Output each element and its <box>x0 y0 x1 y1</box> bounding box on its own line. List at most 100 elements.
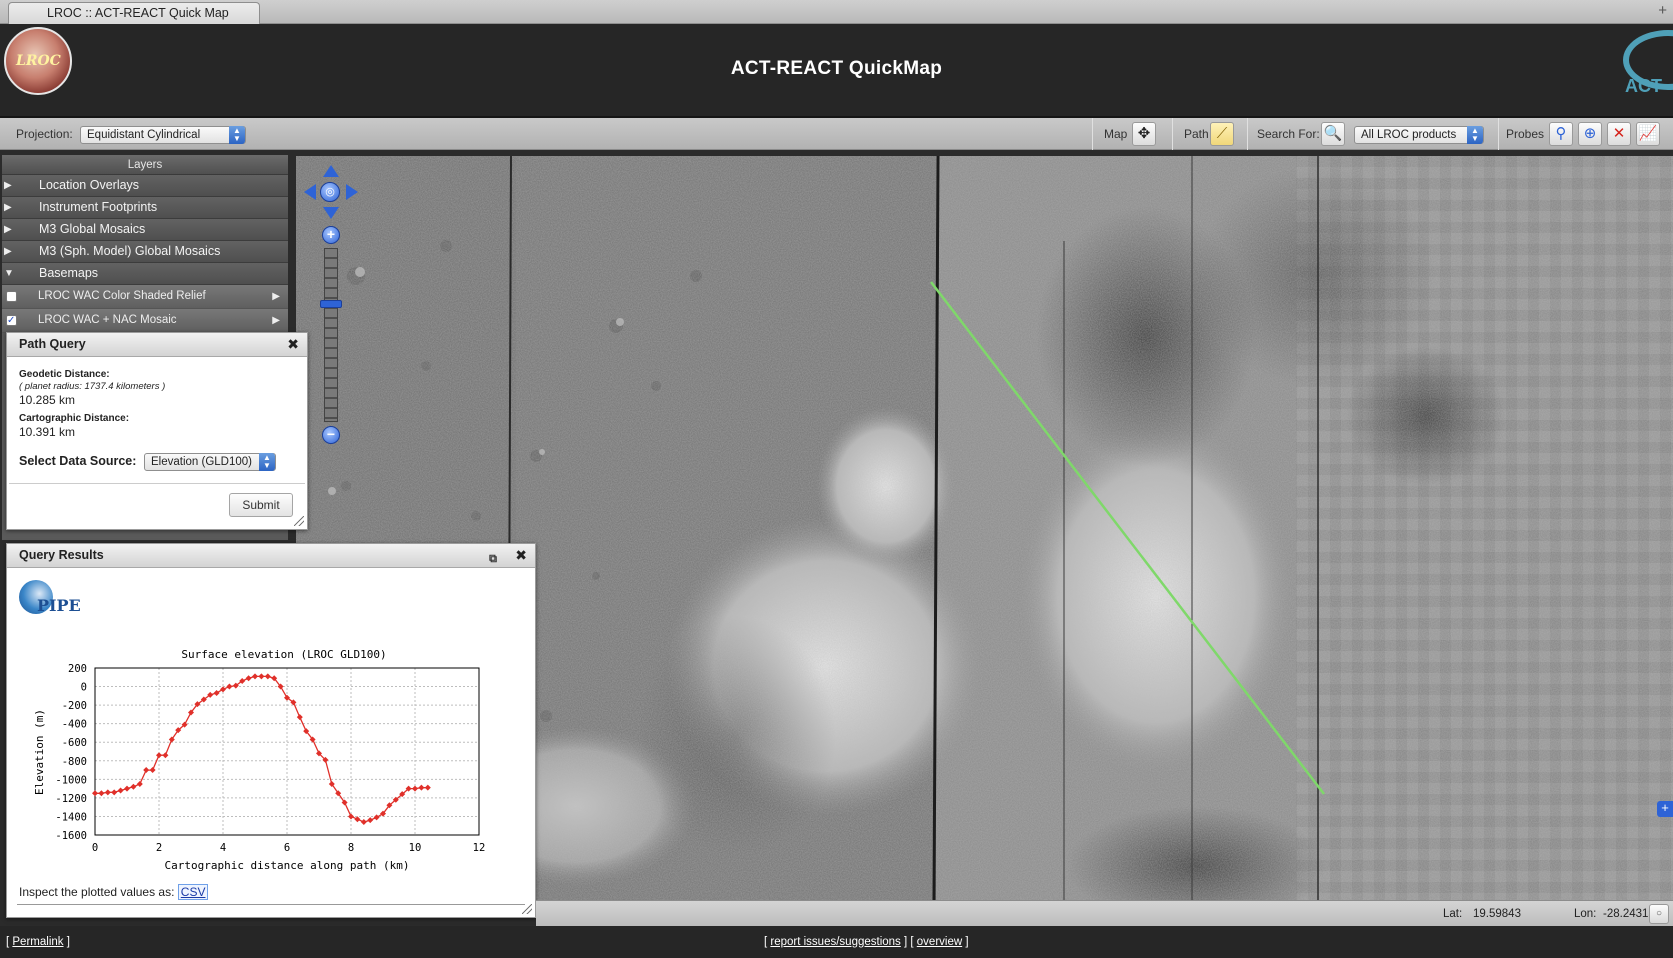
query-results-titlebar[interactable]: Query Results ⧉ ✖ <box>7 544 535 568</box>
y-tick-label: -1400 <box>55 811 87 823</box>
projection-value: Equidistant Cylindrical <box>87 129 201 141</box>
report-issues-link[interactable]: report issues/suggestions <box>770 936 900 948</box>
layer-group-basemaps[interactable]: ▼ Basemaps <box>2 263 288 285</box>
browser-tab-strip: LROC :: ACT-REACT Quick Map + <box>0 0 1673 24</box>
data-point <box>98 790 105 797</box>
overview-link[interactable]: overview <box>917 936 962 948</box>
data-point <box>117 787 124 794</box>
expand-panel-button[interactable]: + <box>1657 801 1673 817</box>
data-point <box>348 813 354 820</box>
geodetic-label: Geodetic Distance: <box>19 369 110 380</box>
data-point <box>296 714 303 721</box>
zoom-out-button[interactable]: − <box>322 426 340 444</box>
submit-button[interactable]: Submit <box>229 493 293 517</box>
layer-options-arrow-icon[interactable]: ▶ <box>272 285 280 308</box>
act-logo-text: ACT <box>1625 76 1662 96</box>
clear-probes-button[interactable]: ✕ <box>1607 122 1631 146</box>
y-tick-label: -200 <box>62 700 87 712</box>
close-icon[interactable]: ✖ <box>287 333 299 356</box>
data-point <box>264 673 271 680</box>
search-scope-select[interactable]: All LROC products ▲ ▼ <box>1354 126 1484 144</box>
layer-group-m3-sph-mosaics[interactable]: ▶ M3 (Sph. Model) Global Mosaics <box>2 241 288 263</box>
projection-label: Projection: <box>16 127 73 141</box>
toolbar: Projection: Equidistant Cylindrical ▲ ▼ M… <box>0 118 1673 150</box>
area-probe-button[interactable]: ⊕ <box>1578 122 1602 146</box>
point-probe-button[interactable]: ⚲ <box>1549 122 1573 146</box>
expand-arrow-icon: ▶ <box>4 224 12 235</box>
data-point <box>360 819 367 826</box>
zoom-slider-handle[interactable] <box>320 300 342 308</box>
y-tick-label: -800 <box>62 756 87 768</box>
data-point <box>258 673 265 680</box>
geodetic-note: ( planet radius: 1737.4 kilometers ) <box>19 381 166 392</box>
y-tick-label: 0 <box>81 682 87 694</box>
x-tick-label: 4 <box>220 842 226 854</box>
pan-right-icon[interactable] <box>346 184 358 200</box>
line-chart-icon: 📈 <box>1638 125 1658 142</box>
zoom-world-icon[interactable]: ◎ <box>320 182 340 202</box>
x-tick-label: 10 <box>409 842 422 854</box>
zoom-track[interactable] <box>324 248 338 422</box>
query-results-dialog: Query Results ⧉ ✖ PIPE Surface elevation… <box>6 543 536 918</box>
profile-chart-button[interactable]: 📈 <box>1636 122 1660 146</box>
layer-group-instrument-footprints[interactable]: ▶ Instrument Footprints <box>2 197 288 219</box>
search-button[interactable]: 🔍 <box>1321 122 1345 146</box>
y-tick-label: -1000 <box>55 774 87 786</box>
close-icon: ✕ <box>1612 125 1626 142</box>
layer-options-arrow-icon[interactable]: ▶ <box>272 309 280 332</box>
layer-group-m3-global-mosaics[interactable]: ▶ M3 Global Mosaics <box>2 219 288 241</box>
data-point <box>213 690 220 697</box>
layers-title: Layers <box>2 155 288 175</box>
basemap-wac-nac-mosaic[interactable]: ✓ LROC WAC + NAC Mosaic ▶ <box>2 309 288 333</box>
zoom-in-button[interactable]: + <box>322 226 340 244</box>
cartographic-value: 10.391 km <box>19 425 76 439</box>
pan-control: ◎ <box>304 165 358 221</box>
path-query-titlebar[interactable]: Path Query ✖ <box>7 333 307 357</box>
data-source-label: Select Data Source: <box>19 454 137 468</box>
layer-checkbox[interactable] <box>6 291 17 302</box>
plus-icon: + <box>1661 800 1669 815</box>
basemap-wac-color-shaded-relief[interactable]: LROC WAC Color Shaded Relief ▶ <box>2 285 288 309</box>
permalink-link[interactable]: Permalink <box>12 936 63 948</box>
x-tick-label: 0 <box>92 842 98 854</box>
pin-icon: ⚲ <box>1555 125 1567 142</box>
new-tab-button[interactable]: + <box>1658 2 1667 19</box>
elevation-profile-chart: Surface elevation (LROC GLD100) 200 0 -200… <box>33 648 486 872</box>
footer-links: [ report issues/suggestions ] [ overview… <box>764 936 969 948</box>
layer-group-location-overlays[interactable]: ▶ Location Overlays <box>2 175 288 197</box>
pipe-logo: PIPE <box>19 580 99 620</box>
projection-select[interactable]: Equidistant Cylindrical ▲ ▼ <box>80 126 246 144</box>
data-point <box>124 785 130 792</box>
globe-probe-icon: ⊕ <box>1583 125 1597 142</box>
status-options-button[interactable]: ○ <box>1649 904 1669 924</box>
pan-down-icon[interactable] <box>323 207 339 219</box>
app-title: ACT-REACT QuickMap <box>730 58 943 79</box>
close-icon[interactable]: ✖ <box>515 544 527 567</box>
footer: [ Permalink ] [ report issues/suggestion… <box>0 926 1673 958</box>
path-query-dialog: Path Query ✖ Geodetic Distance: ( planet… <box>6 332 308 530</box>
browser-tab[interactable]: LROC :: ACT-REACT Quick Map <box>8 2 260 24</box>
data-point <box>130 783 137 790</box>
resize-grip-icon[interactable] <box>294 516 304 526</box>
data-source-select[interactable]: Elevation (GLD100) ▲ ▼ <box>144 453 276 471</box>
resize-grip-icon[interactable] <box>522 904 532 914</box>
csv-link[interactable]: CSV <box>177 884 209 900</box>
y-tick-label: -1200 <box>55 793 87 805</box>
data-point <box>149 767 156 774</box>
popout-icon[interactable]: ⧉ <box>489 548 497 571</box>
y-tick-label: -1600 <box>55 830 87 842</box>
path-tool-button[interactable]: ⟋ <box>1210 122 1234 146</box>
select-arrows-icon: ▲ ▼ <box>259 453 275 471</box>
layer-group-label: Basemaps <box>39 266 99 280</box>
cartographic-label: Cartographic Distance: <box>19 413 130 424</box>
divider <box>9 483 305 484</box>
x-tick-label: 12 <box>473 842 486 854</box>
permalink-group: [ Permalink ] <box>6 936 70 948</box>
pan-up-icon[interactable] <box>323 165 339 177</box>
pan-tool-button[interactable]: ✥ <box>1132 122 1156 146</box>
pan-left-icon[interactable] <box>304 184 316 200</box>
plus-icon: + <box>326 226 336 242</box>
expand-arrow-icon: ▶ <box>4 180 12 191</box>
layer-checkbox[interactable]: ✓ <box>6 315 17 326</box>
geodetic-value: 10.285 km <box>19 393 76 407</box>
